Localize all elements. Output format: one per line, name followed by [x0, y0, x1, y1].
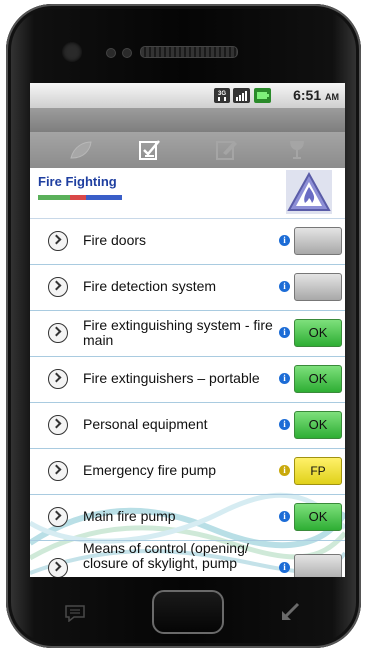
section-header: Fire Fighting: [30, 168, 345, 219]
clock: 6:51 AM: [293, 87, 339, 103]
chevron-right-icon[interactable]: [48, 231, 68, 251]
status-button[interactable]: OK: [294, 365, 342, 393]
status-button[interactable]: [294, 227, 342, 255]
info-icon[interactable]: i: [279, 562, 290, 573]
front-camera: [62, 42, 82, 62]
sensor-dot: [106, 48, 116, 58]
list-item[interactable]: Personal equipment i OK: [30, 402, 345, 449]
signal-icon: [233, 88, 250, 103]
item-label: Fire doors: [83, 232, 147, 248]
item-label: Fire detection system: [83, 278, 217, 294]
list-item[interactable]: Fire detection system i: [30, 264, 345, 311]
info-icon[interactable]: i: [279, 465, 290, 476]
list-item[interactable]: Main fire pump i OK: [30, 494, 345, 541]
app-screen: 3G 6:51 AM Fire Fighting Fire doors i Fi…: [30, 83, 345, 577]
3g-network-icon: 3G: [214, 88, 230, 103]
svg-text:3G: 3G: [218, 91, 226, 97]
list-item[interactable]: Fire doors i: [30, 218, 345, 265]
tab-leaf-icon[interactable]: [68, 138, 94, 162]
chevron-right-icon[interactable]: [48, 369, 68, 389]
list-item[interactable]: Fire extinguishing system - fire main i …: [30, 310, 345, 357]
chevron-right-icon[interactable]: [48, 415, 68, 435]
tab-bar: [30, 132, 345, 168]
status-button[interactable]: OK: [294, 503, 342, 531]
chevron-right-icon[interactable]: [48, 277, 68, 297]
battery-icon: [254, 88, 271, 103]
chevron-right-icon[interactable]: [48, 461, 68, 481]
status-bar: 3G 6:51 AM: [30, 83, 345, 108]
info-icon[interactable]: i: [279, 327, 290, 338]
item-label: Means of control (opening/ closure of sk…: [83, 540, 249, 571]
status-button[interactable]: OK: [294, 319, 342, 347]
menu-key-icon[interactable]: [64, 604, 86, 622]
tab-checklist-icon[interactable]: [137, 138, 163, 162]
item-label: Fire extinguishers – portable: [83, 370, 260, 386]
chevron-right-icon[interactable]: [48, 558, 68, 577]
sensor-dot: [122, 48, 132, 58]
status-button[interactable]: [294, 554, 342, 577]
chevron-right-icon[interactable]: [48, 323, 68, 343]
status-button[interactable]: FP: [294, 457, 342, 485]
item-label: Main fire pump: [83, 508, 176, 524]
progress-bar: [38, 195, 122, 200]
list-item[interactable]: Emergency fire pump i FP: [30, 448, 345, 495]
info-icon[interactable]: i: [279, 419, 290, 430]
title-bar: [30, 108, 345, 132]
status-button[interactable]: OK: [294, 411, 342, 439]
info-icon[interactable]: i: [279, 511, 290, 522]
item-label: Fire extinguishing system - fire main: [83, 317, 273, 348]
status-button[interactable]: [294, 273, 342, 301]
tab-edit-icon[interactable]: [214, 138, 240, 162]
info-icon[interactable]: i: [279, 235, 290, 246]
home-button[interactable]: [152, 590, 224, 634]
item-label: Emergency fire pump: [83, 462, 217, 478]
list-item[interactable]: Means of control (opening/ closure of sk…: [30, 540, 345, 577]
info-icon[interactable]: i: [279, 281, 290, 292]
chevron-right-icon[interactable]: [48, 507, 68, 527]
tab-trophy-icon[interactable]: [284, 138, 310, 162]
earpiece-speaker: [140, 46, 238, 58]
back-key-icon[interactable]: [278, 600, 302, 624]
list-item[interactable]: Fire extinguishers – portable i OK: [30, 356, 345, 403]
info-icon[interactable]: i: [279, 373, 290, 384]
fire-fighting-icon: [286, 170, 332, 214]
page-title: Fire Fighting: [38, 174, 117, 189]
item-label: Personal equipment: [83, 416, 208, 432]
